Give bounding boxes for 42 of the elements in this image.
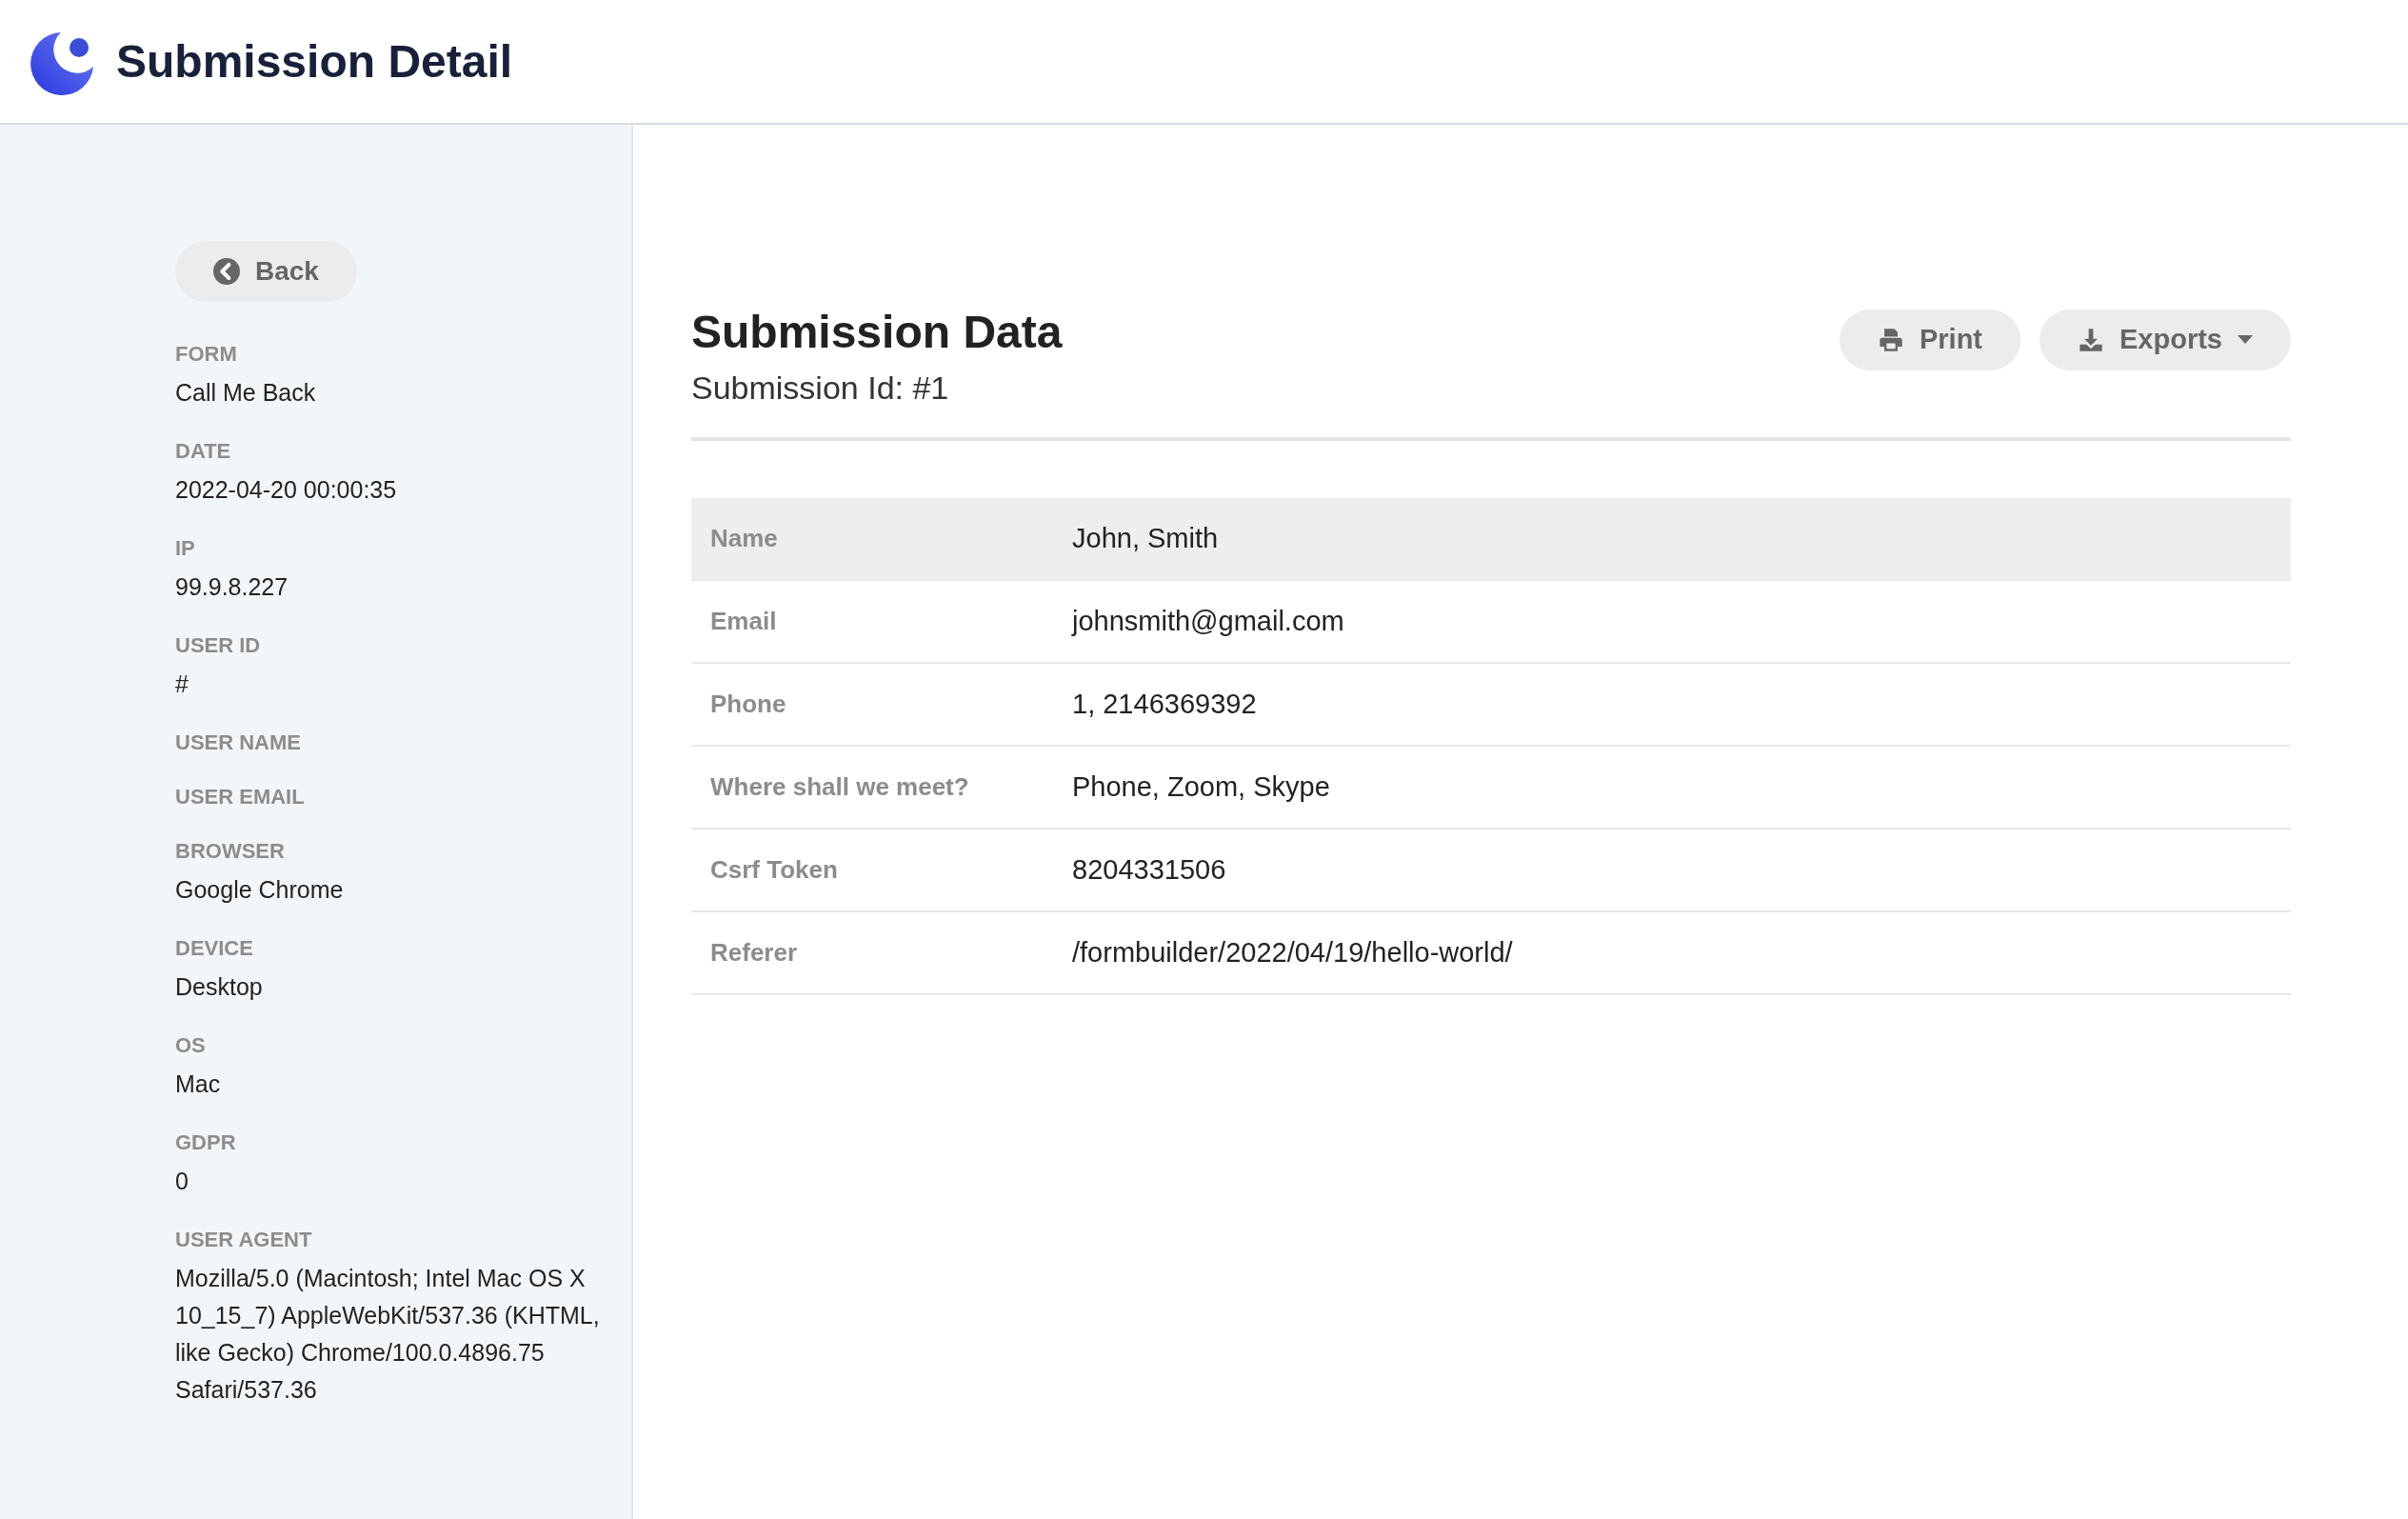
- field-label: GDPR: [175, 1129, 237, 1156]
- table-cell-text: johnsmith@gmail.com: [1072, 604, 1344, 638]
- field-label: USER NAME: [175, 730, 302, 756]
- printer-icon: [1877, 327, 1904, 353]
- print-button[interactable]: Print: [1839, 310, 2020, 370]
- table-cell-text: /formbuilder/2022/04/19/hello-world/: [1072, 935, 1513, 969]
- table-cell-text: Phone: [709, 689, 787, 720]
- field-label: BROWSER: [175, 838, 286, 865]
- field-label: DEVICE: [175, 935, 254, 962]
- table-cell-text: Name: [709, 523, 779, 554]
- table-cell-text: Csrf Token: [709, 854, 839, 886]
- field-value: #: [175, 670, 189, 699]
- submission-id: Submission Id: #1: [691, 369, 950, 408]
- field-value: 2022-04-20 00:00:35: [175, 475, 398, 505]
- field-value: 99.9.8.227: [175, 572, 289, 602]
- download-icon: [2078, 327, 2104, 353]
- chevron-left-circle-icon: [213, 258, 240, 285]
- field-value: Call Me Back: [175, 378, 317, 408]
- table-cell-text: Phone, Zoom, Skype: [1072, 769, 1330, 804]
- field-label: USER ID: [175, 632, 262, 659]
- field-value: Mac: [175, 1069, 222, 1099]
- table-cell-text: John, Smith: [1072, 521, 1219, 555]
- field-value: 0: [175, 1167, 189, 1196]
- field-value: Google Chrome: [175, 875, 345, 905]
- field-value: Mozilla/5.0 (Macintosh; Intel Mac OS X 10_15_7) AppleWebKit/537.36 (KHTML, like Gecko) Chrome/100.0.4896.75 Safari/537.36: [175, 1264, 601, 1405]
- table-cell-text: Where shall we meet?: [709, 771, 970, 803]
- table-cell-text: 8204331506: [1072, 852, 1226, 887]
- section-title: Submission Data: [691, 306, 1063, 359]
- table-cell-text: 1, 2146369392: [1072, 687, 1257, 721]
- field-label: USER EMAIL: [175, 784, 306, 810]
- field-label: USER AGENT: [175, 1227, 313, 1253]
- field-label: OS: [175, 1032, 207, 1059]
- page-title: Submission Detail: [116, 34, 513, 89]
- table-cell-text: Referer: [709, 937, 799, 969]
- table-cell-text: Email: [709, 606, 778, 637]
- field-label: FORM: [175, 341, 238, 368]
- field-label: IP: [175, 535, 196, 562]
- exports-dropdown-button[interactable]: Exports: [2040, 310, 2291, 370]
- field-label: DATE: [175, 438, 232, 465]
- field-value: Desktop: [175, 972, 264, 1002]
- caret-down-icon: [2238, 335, 2253, 345]
- back-button[interactable]: Back: [175, 241, 357, 302]
